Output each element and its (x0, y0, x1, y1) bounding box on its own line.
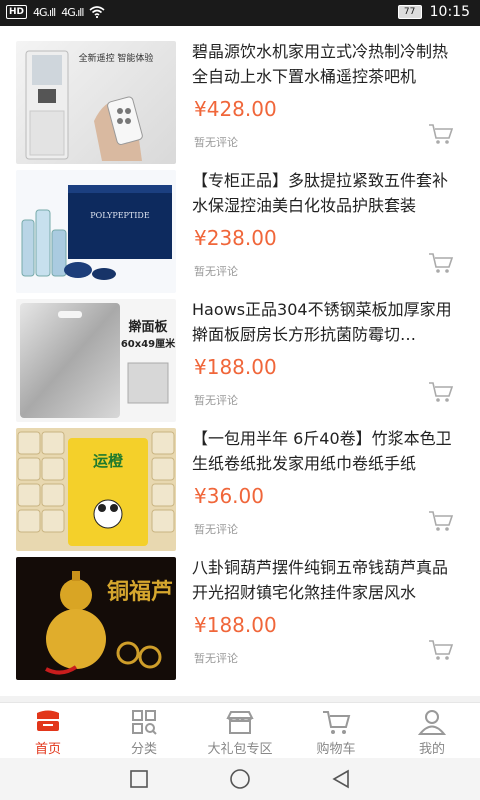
nav-label: 大礼包专区 (207, 742, 273, 757)
home-icon (37, 710, 59, 731)
nav-label: 分类 (130, 742, 157, 757)
nav-home[interactable]: 首页 (0, 703, 96, 759)
home-button-icon[interactable] (229, 768, 251, 790)
product-image[interactable]: 全新遥控 智能体验 (16, 41, 176, 164)
product-image[interactable]: 擀面板 60x49厘米 (16, 299, 176, 422)
product-image-caption: 全新遥控 智能体验 (79, 52, 154, 64)
category-icon (132, 710, 157, 735)
product-image-caption: 运橙 (93, 452, 124, 470)
add-to-cart-icon[interactable] (428, 381, 454, 403)
product-title[interactable]: 碧晶源饮水机家用立式冷热制冷制热全自动上水下置水桶遥控茶吧机 (192, 39, 462, 89)
recent-apps-icon[interactable] (128, 768, 150, 790)
product-price: ¥36.00 (194, 484, 264, 508)
wifi-icon (89, 6, 105, 18)
nav-category[interactable]: 分类 (96, 703, 192, 759)
cart-icon (323, 711, 351, 734)
review-count: 暂无评论 (194, 265, 238, 278)
user-icon (417, 710, 447, 735)
hd-indicator: HD (6, 5, 28, 19)
product-image[interactable]: 铜福芦 (16, 557, 176, 680)
signal-icon: 4G.ıll (33, 5, 56, 19)
product-item[interactable]: 擀面板 60x49厘米 Haows正品304不锈钢菜板加厚家用擀面板厨房长方形抗… (0, 284, 480, 422)
review-count: 暂无评论 (194, 394, 238, 407)
product-item[interactable]: 全新遥控 智能体验 碧晶源饮水机家用立式冷热制冷制热全自动上水下置水桶遥控茶吧机… (0, 26, 480, 164)
review-count: 暂无评论 (194, 136, 238, 149)
product-image-caption: POLYPEPTIDE (90, 211, 150, 220)
add-to-cart-icon[interactable] (428, 123, 454, 145)
review-count: 暂无评论 (194, 652, 238, 665)
back-icon[interactable] (330, 768, 352, 790)
nav-label: 首页 (34, 742, 61, 757)
add-to-cart-icon[interactable] (428, 252, 454, 274)
bottom-nav: 首页 分类 大礼包专区 购物车 我的 (0, 702, 480, 759)
product-image[interactable]: POLYPEPTIDE (16, 170, 176, 293)
add-to-cart-icon[interactable] (428, 510, 454, 532)
add-to-cart-icon[interactable] (428, 639, 454, 661)
product-list: 全新遥控 智能体验 碧晶源饮水机家用立式冷热制冷制热全自动上水下置水桶遥控茶吧机… (0, 26, 480, 696)
gift-shop-icon (226, 711, 254, 734)
product-price: ¥238.00 (194, 226, 277, 250)
nav-gift-zone[interactable]: 大礼包专区 (192, 703, 288, 759)
product-image-caption: 铜福芦 (107, 579, 173, 605)
nav-label: 购物车 (316, 742, 356, 757)
product-price: ¥428.00 (194, 97, 277, 121)
product-item[interactable]: POLYPEPTIDE 【专柜正品】多肽提拉紧致五件套补水保湿控油美白化妆品护肤… (0, 155, 480, 293)
battery-icon: 77 (397, 5, 422, 19)
signal-icon: 4G.ıll (61, 5, 84, 19)
status-bar: HD 4G.ıll 4G.ıll 77 10:15 (0, 0, 480, 26)
nav-cart[interactable]: 购物车 (288, 703, 384, 759)
product-price: ¥188.00 (194, 613, 277, 637)
product-image-caption: 擀面板 (128, 319, 168, 335)
nav-label: 我的 (418, 742, 445, 757)
product-title[interactable]: Haows正品304不锈钢菜板加厚家用擀面板厨房长方形抗菌防霉切… (192, 297, 462, 347)
product-item[interactable]: 运橙 【一包用半年 6斤40卷】竹浆本色卫生纸卷纸批发家用纸巾卷纸手纸 ¥36.… (0, 413, 480, 551)
product-price: ¥188.00 (194, 355, 277, 379)
product-image-size: 60x49厘米 (121, 337, 176, 350)
review-count: 暂无评论 (194, 523, 238, 536)
system-nav-bar (0, 758, 480, 800)
product-image[interactable]: 运橙 (16, 428, 176, 551)
nav-profile[interactable]: 我的 (384, 703, 480, 759)
product-title[interactable]: 【专柜正品】多肽提拉紧致五件套补水保湿控油美白化妆品护肤套装 (192, 168, 462, 218)
status-time: 10:15 (429, 4, 470, 20)
product-title[interactable]: 【一包用半年 6斤40卷】竹浆本色卫生纸卷纸批发家用纸巾卷纸手纸 (192, 426, 462, 476)
product-title[interactable]: 八卦铜葫芦摆件纯铜五帝钱葫芦真品开光招财镇宅化煞挂件家居风水 (192, 555, 462, 605)
product-item[interactable]: 铜福芦 八卦铜葫芦摆件纯铜五帝钱葫芦真品开光招财镇宅化煞挂件家居风水 ¥188.… (0, 542, 480, 680)
